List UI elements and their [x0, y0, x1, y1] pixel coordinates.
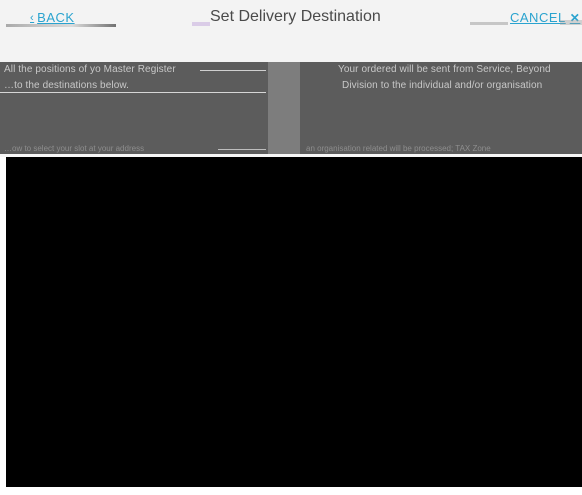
left-rule-1 [200, 70, 266, 71]
blank-area [6, 157, 582, 495]
panel-divider [268, 62, 300, 155]
page-title: Set Delivery Destination [210, 8, 381, 25]
right-panel-line1: Your ordered will be sent from Service, … [338, 64, 551, 75]
right-panel: Your ordered will be sent from Service, … [300, 62, 582, 155]
left-panel-footer: …ow to select your slot at your address [4, 144, 145, 153]
cancel-ghost-mark [470, 22, 508, 25]
top-bar: ‹ BACK Set Delivery Destination CANCEL ✕ [0, 0, 582, 62]
left-panel-line2: …to the destinations below. [4, 80, 129, 91]
right-panel-footer: an organisation related will be processe… [306, 144, 491, 153]
left-panel: All the positions of yo Master Register … [0, 62, 268, 155]
left-panel-line1: All the positions of yo Master Register [4, 64, 176, 75]
cancel-ghost-mark-2 [560, 20, 582, 25]
chevron-left-icon: ‹ [30, 11, 35, 24]
back-button[interactable]: ‹ BACK [30, 10, 75, 25]
right-panel-line2: Division to the individual and/or organi… [342, 80, 543, 91]
cancel-label: CANCEL [510, 10, 566, 25]
left-rule-3 [218, 149, 266, 150]
destination-content: All the positions of yo Master Register … [0, 62, 582, 155]
delivery-destination-screen: ‹ BACK Set Delivery Destination CANCEL ✕… [0, 0, 582, 495]
back-label: BACK [37, 10, 75, 25]
left-rule-2 [0, 92, 266, 93]
bottom-edge-strip [0, 487, 582, 495]
title-ghost-mark [192, 22, 210, 26]
